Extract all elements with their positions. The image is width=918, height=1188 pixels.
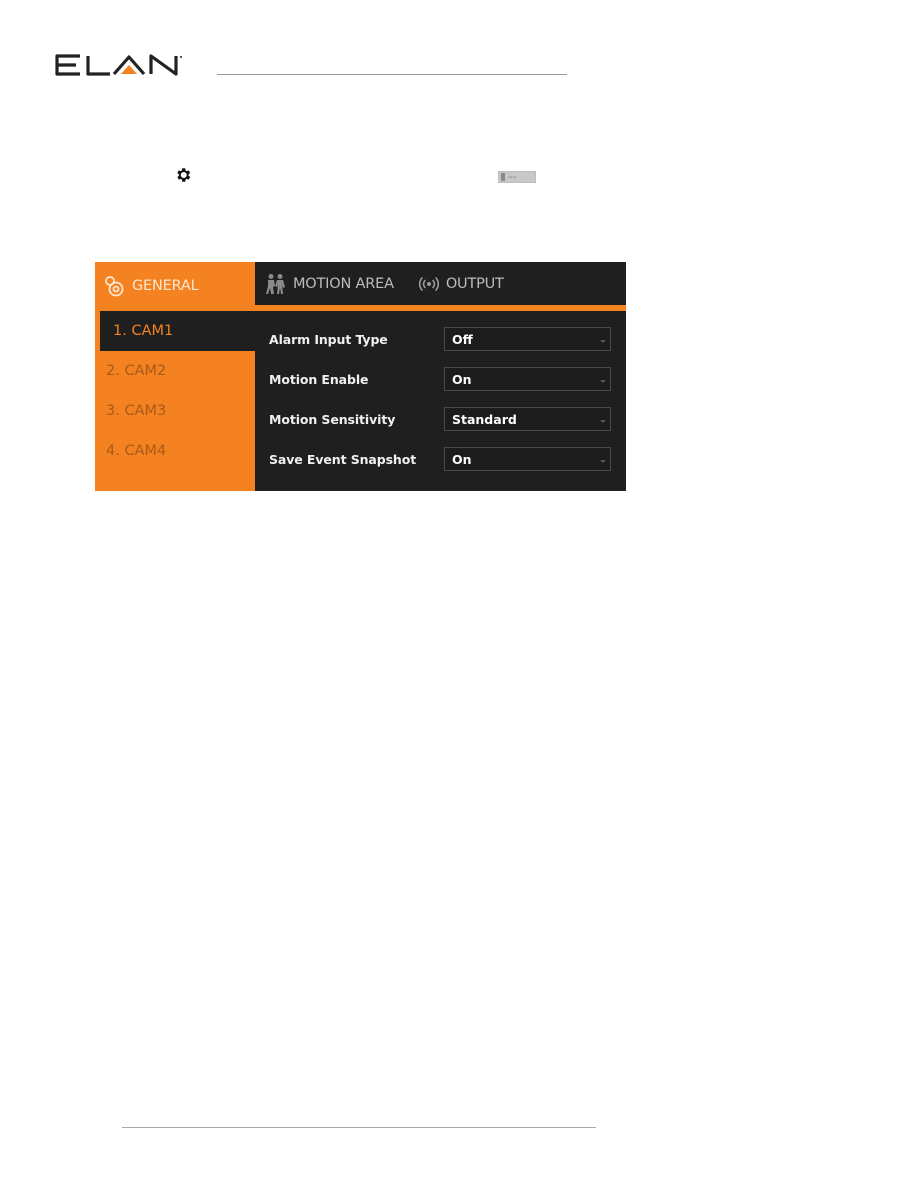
chevron-down-icon: [600, 420, 606, 423]
select-value: On: [452, 371, 472, 387]
camera-sidebar: GENERAL 1. CAM1 2. CAM2 3. CAM3 4. CAM4: [95, 262, 255, 491]
setting-label: Save Event Snapshot: [269, 451, 417, 467]
tab-general[interactable]: GENERAL: [95, 262, 255, 309]
setting-row-motion-enable: Motion Enable On: [269, 367, 612, 391]
gear-icon: [177, 168, 191, 182]
save-event-snapshot-select[interactable]: On: [444, 447, 611, 471]
camera-item-label: 2. CAM2: [106, 363, 167, 379]
camera-alarm-settings-panel: GENERAL 1. CAM1 2. CAM2 3. CAM3 4. CAM4 …: [95, 262, 626, 491]
settings-form: Alarm Input Type Off Motion Enable On Mo…: [255, 311, 626, 491]
motion-enable-select[interactable]: On: [444, 367, 611, 391]
tab-output[interactable]: OUTPUT: [416, 275, 504, 293]
header-divider: [217, 74, 567, 75]
chevron-down-icon: [600, 340, 606, 343]
setting-row-alarm-input-type: Alarm Input Type Off: [269, 327, 612, 351]
camera-item-cam4[interactable]: 4. CAM4: [95, 431, 255, 471]
tab-motion-area-label: MOTION AREA: [293, 275, 394, 292]
setup-mini-button: setup: [498, 171, 536, 183]
gears-icon: [105, 275, 124, 296]
setting-label: Motion Enable: [269, 371, 369, 387]
setting-row-save-event-snapshot: Save Event Snapshot On: [269, 447, 612, 471]
chevron-down-icon: [600, 380, 606, 383]
setting-row-motion-sensitivity: Motion Sensitivity Standard: [269, 407, 612, 431]
camera-item-label: 1. CAM1: [113, 323, 174, 339]
chevron-down-icon: [600, 460, 606, 463]
camera-item-cam2[interactable]: 2. CAM2: [95, 351, 255, 391]
device-icon: [501, 173, 505, 181]
tab-output-label: OUTPUT: [445, 275, 504, 292]
select-value: Standard: [452, 411, 517, 427]
camera-item-cam3[interactable]: 3. CAM3: [95, 391, 255, 431]
alarm-input-type-select[interactable]: Off: [444, 327, 611, 351]
camera-item-label: 4. CAM4: [106, 443, 167, 459]
mini-button-label: setup: [508, 175, 517, 179]
camera-item-cam1[interactable]: 1. CAM1: [100, 311, 255, 351]
tab-general-label: GENERAL: [132, 277, 199, 294]
select-value: On: [452, 451, 472, 467]
tab-motion-area[interactable]: MOTION AREA: [265, 273, 394, 295]
camera-list: 1. CAM1 2. CAM2 3. CAM3 4. CAM4: [95, 311, 255, 471]
setting-label: Motion Sensitivity: [269, 411, 396, 427]
motion-sensitivity-select[interactable]: Standard: [444, 407, 611, 431]
elan-logo: [55, 54, 182, 76]
people-motion-icon: [266, 273, 285, 294]
broadcast-icon: [418, 276, 439, 291]
camera-item-label: 3. CAM3: [106, 403, 167, 419]
setting-label: Alarm Input Type: [269, 331, 388, 347]
footer-divider: [122, 1127, 596, 1128]
select-value: Off: [452, 331, 473, 347]
tab-bar: MOTION AREA OUTPUT: [255, 262, 626, 305]
